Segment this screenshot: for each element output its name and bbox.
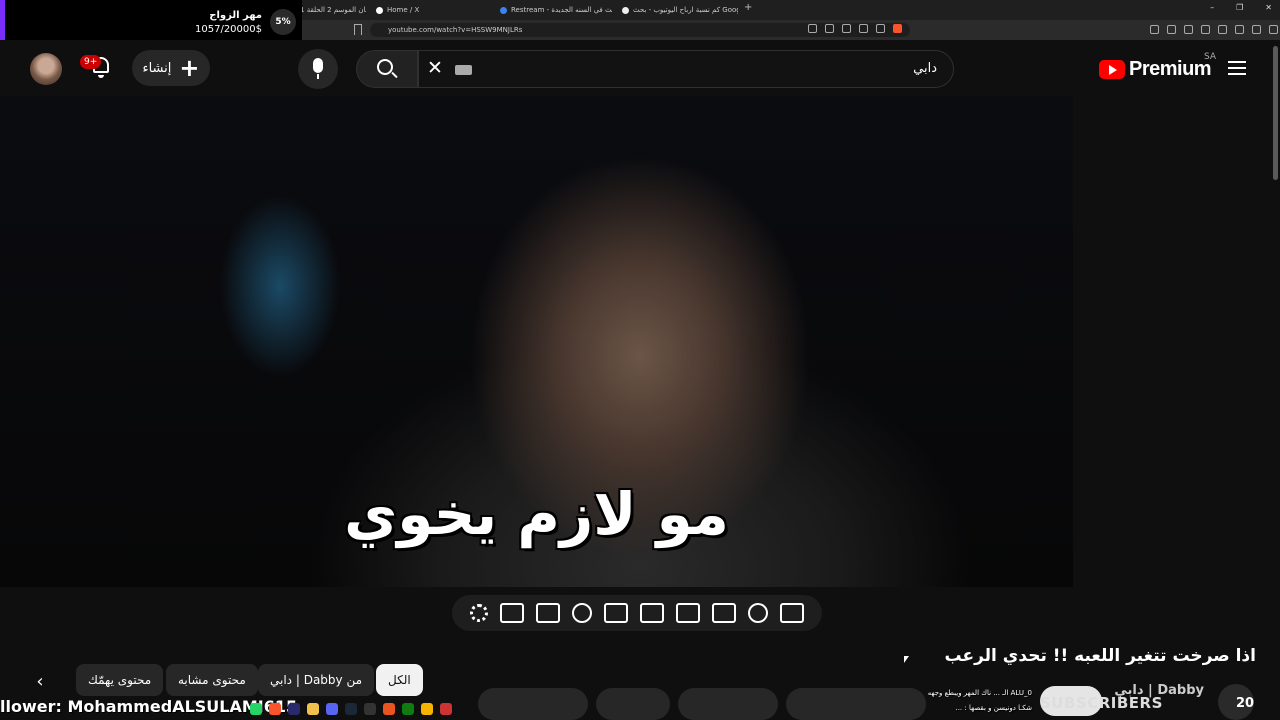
video-subtitle: مو لازم يخوي xyxy=(344,480,729,548)
radio-waves-icon[interactable] xyxy=(748,603,768,623)
share-icon[interactable] xyxy=(842,24,851,33)
browser-tab[interactable]: Restream - أول بث في السنه الجديدة xyxy=(500,3,612,17)
donation-goal-title: مهر الزواج xyxy=(209,10,262,21)
xbox-icon[interactable] xyxy=(402,703,414,715)
search-button[interactable] xyxy=(356,50,418,88)
chip-all[interactable]: الكل xyxy=(376,664,423,696)
donation-goal-amount: 1057/20000$ xyxy=(195,24,262,35)
youtube-premium-logo[interactable]: Premium xyxy=(1099,58,1212,81)
translate-icon[interactable] xyxy=(808,24,817,33)
page-scrollbar[interactable] xyxy=(1273,46,1278,180)
voice-search-button[interactable] xyxy=(298,49,338,89)
cast-icon[interactable] xyxy=(859,24,868,33)
notification-count-badge: 9+ xyxy=(80,55,102,69)
obs-icon[interactable] xyxy=(383,703,395,715)
mouse-cursor xyxy=(904,656,909,663)
extensions-icon[interactable] xyxy=(1167,25,1176,34)
chip-related[interactable]: محتوى مشابه xyxy=(166,664,258,696)
brave-rewards-icon[interactable] xyxy=(1252,25,1261,34)
film-strip-icon[interactable] xyxy=(604,603,628,623)
browser-tab[interactable]: كم نسبة ارباح اليوتيوب - بحث Google xyxy=(622,3,738,17)
plus-icon: + xyxy=(179,54,200,82)
subscribers-label: SUBSCRIBERS xyxy=(1040,694,1163,712)
discord-icon[interactable] xyxy=(326,703,338,715)
youtube-header: Premium SA دابي ✕ إنشاء + 9+ xyxy=(0,40,1280,96)
subscribers-count: 20 xyxy=(1236,696,1255,711)
hamburger-menu-icon[interactable] xyxy=(1228,61,1246,75)
sidebar-icon[interactable] xyxy=(1184,25,1193,34)
premiere-icon[interactable] xyxy=(288,703,300,715)
screen: { "browser": { "tabs": [ {"title": "جاكي… xyxy=(0,0,1280,720)
video-player[interactable]: مو لازم يخوي xyxy=(0,96,1073,587)
donation-goal-percent: 5% xyxy=(270,9,296,35)
player-extension-toolbar xyxy=(452,595,822,631)
close-window-button[interactable]: ✕ xyxy=(1265,3,1272,12)
region-code: SA xyxy=(1204,52,1217,62)
chip-from-channel[interactable]: من Dabby | دابي xyxy=(258,664,375,696)
search-query: دابي xyxy=(913,61,937,76)
minimize-button[interactable]: – xyxy=(1210,3,1214,12)
google-icon xyxy=(622,6,629,14)
clapper-icon[interactable] xyxy=(676,603,700,623)
keyboard-icon[interactable] xyxy=(455,65,472,75)
loop-icon[interactable] xyxy=(780,603,804,623)
ai-sparkle-icon[interactable] xyxy=(536,603,560,623)
chrome-icon[interactable] xyxy=(421,703,433,715)
save-button[interactable] xyxy=(596,688,670,720)
extension-icons xyxy=(1150,25,1278,34)
taskbar xyxy=(250,703,452,715)
install-icon[interactable] xyxy=(876,24,885,33)
chip-recommended[interactable]: محتوى يهمّك xyxy=(76,664,164,696)
wallet-icon[interactable] xyxy=(1218,25,1227,34)
bookmark-icon[interactable] xyxy=(354,24,362,35)
video-title: اذا صرخت تتغير اللعبه !! تحدي الرعب xyxy=(944,646,1256,666)
zoom-icon[interactable] xyxy=(825,24,834,33)
browser-tab[interactable]: Home / X xyxy=(376,3,486,17)
share-button[interactable] xyxy=(478,688,588,720)
steam-icon[interactable] xyxy=(345,703,357,715)
search-icon xyxy=(377,59,393,75)
search-input[interactable]: دابي ✕ xyxy=(418,50,954,88)
alert-line: ALU_0 الـ ... ناك المهر ويبطع وجهه xyxy=(927,689,1032,697)
microphone-icon xyxy=(313,58,323,73)
capcut-icon[interactable] xyxy=(364,703,376,715)
whatsapp-icon[interactable] xyxy=(250,703,262,715)
chat-alert-overlay: ALU_0 الـ ... ناك المهر ويبطع وجهه شكـا … xyxy=(896,686,1032,720)
view-eye-icon[interactable] xyxy=(712,603,736,623)
picture-in-picture-icon[interactable] xyxy=(640,603,664,623)
gear-icon[interactable] xyxy=(470,604,488,622)
address-bar-actions xyxy=(808,24,902,33)
x-logo-icon xyxy=(376,6,383,14)
maximize-button[interactable]: ❐ xyxy=(1236,3,1243,12)
clip-button[interactable] xyxy=(678,688,778,720)
app-icon[interactable] xyxy=(440,703,452,715)
restream-icon xyxy=(500,6,507,14)
brave-icon[interactable] xyxy=(269,703,281,715)
browser-tab[interactable]: جاكي شان الموسم 2 الحلقة 1 ... xyxy=(300,3,366,17)
browser-menu-icon[interactable] xyxy=(1269,25,1278,34)
account-avatar[interactable] xyxy=(30,53,62,85)
clear-search-icon[interactable]: ✕ xyxy=(427,59,443,78)
media-icon[interactable] xyxy=(1150,25,1159,34)
player-side-area xyxy=(1073,96,1280,587)
camera-icon[interactable] xyxy=(500,603,524,623)
vpn-icon[interactable] xyxy=(1235,25,1244,34)
create-button[interactable]: إنشاء + xyxy=(132,50,210,86)
new-tab-button[interactable]: + xyxy=(744,2,752,13)
alert-line: شكـا دونيسن و بقصها : ... xyxy=(955,704,1032,712)
speed-icon[interactable] xyxy=(572,603,592,623)
youtube-play-icon xyxy=(1099,60,1125,79)
window-controls: – ❐ ✕ xyxy=(1210,3,1272,12)
downloads-icon[interactable] xyxy=(1201,25,1210,34)
folder-icon[interactable] xyxy=(307,703,319,715)
chevron-left-icon[interactable]: ‹ xyxy=(26,668,54,696)
brave-shields-icon[interactable] xyxy=(893,24,902,33)
